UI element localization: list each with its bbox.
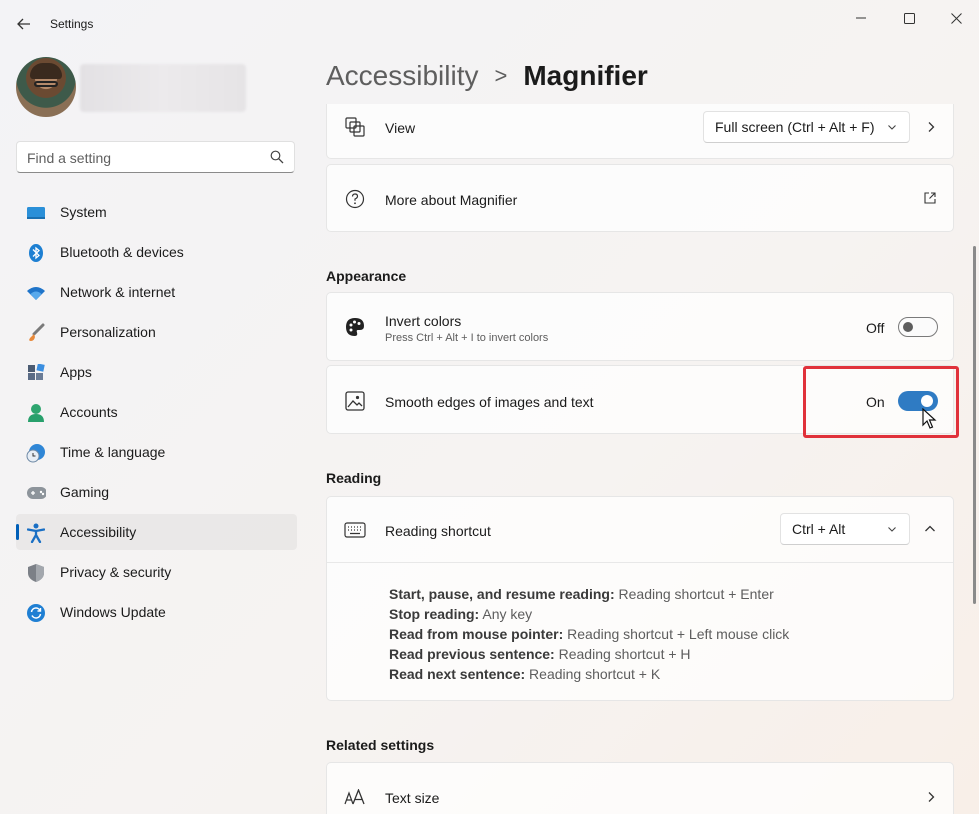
view-dropdown-value: Full screen (Ctrl + Alt + F) xyxy=(715,119,875,135)
sidebar-item-label: Windows Update xyxy=(60,604,166,620)
sidebar-item-accessibility[interactable]: Accessibility xyxy=(16,514,297,550)
maximize-icon xyxy=(903,12,915,24)
sidebar-item-label: Gaming xyxy=(60,484,110,500)
smooth-edges-label: Smooth edges of images and text xyxy=(385,394,594,410)
reading-shortcut-label: Reading shortcut xyxy=(385,523,491,539)
sidebar-item-label: Accounts xyxy=(60,404,118,420)
keyboard-icon xyxy=(344,519,366,541)
app-title: Settings xyxy=(50,17,94,31)
external-link-icon xyxy=(924,192,936,204)
chevron-right-icon xyxy=(928,792,935,802)
wifi-icon xyxy=(26,283,46,303)
avatar-glasses xyxy=(34,81,58,87)
reading-section-title: Reading xyxy=(326,470,382,486)
sidebar-item-network[interactable]: Network & internet xyxy=(16,274,297,310)
apps-icon xyxy=(26,363,46,383)
search-icon[interactable] xyxy=(270,150,284,164)
sidebar-item-label: System xyxy=(60,204,107,220)
sidebar-nav: System Bluetooth & devices Network & int… xyxy=(16,194,297,634)
image-icon xyxy=(344,390,366,412)
system-icon xyxy=(26,203,46,223)
breadcrumb-parent-link[interactable]: Accessibility xyxy=(326,60,478,92)
avatar[interactable] xyxy=(16,57,76,117)
sidebar-item-label: Time & language xyxy=(60,444,166,460)
search-input[interactable] xyxy=(27,148,257,168)
view-label: View xyxy=(385,120,416,136)
chevron-down-icon xyxy=(888,527,896,532)
sidebar-item-label: Accessibility xyxy=(60,524,137,540)
search-box[interactable] xyxy=(16,141,295,173)
chevron-right-icon[interactable] xyxy=(925,121,937,133)
scrollbar[interactable] xyxy=(973,246,976,604)
view-dropdown[interactable]: Full screen (Ctrl + Alt + F) xyxy=(703,111,910,143)
invert-colors-state: Off xyxy=(866,320,885,336)
breadcrumb: Accessibility > Magnifier xyxy=(326,56,648,96)
minimize-icon xyxy=(856,17,866,19)
text-size-icon xyxy=(344,786,366,808)
shield-icon xyxy=(26,563,46,583)
shortcut-line: Read from mouse pointer: Reading shortcu… xyxy=(389,626,790,642)
accessibility-icon xyxy=(26,523,46,543)
sidebar-item-label: Personalization xyxy=(60,324,156,340)
minimize-button[interactable] xyxy=(838,4,884,32)
sidebar-item-time-language[interactable]: Time & language xyxy=(16,434,297,470)
view-icon xyxy=(344,116,366,138)
sidebar-item-apps[interactable]: Apps xyxy=(16,354,297,390)
view-setting-row: View Full screen (Ctrl + Alt + F) xyxy=(326,104,954,159)
invert-colors-row: Invert colors Press Ctrl + Alt + I to in… xyxy=(326,292,954,361)
sidebar-item-system[interactable]: System xyxy=(16,194,297,230)
sidebar-item-accounts[interactable]: Accounts xyxy=(16,394,297,430)
back-button[interactable] xyxy=(10,12,38,36)
reading-shortcut-value: Ctrl + Alt xyxy=(792,521,846,537)
chevron-up-icon[interactable] xyxy=(924,523,936,535)
more-about-label: More about Magnifier xyxy=(385,192,518,208)
reading-shortcut-dropdown[interactable]: Ctrl + Alt xyxy=(780,513,910,545)
text-size-row[interactable]: Text size xyxy=(326,762,954,814)
avatar-hair xyxy=(30,63,62,79)
sidebar-item-label: Bluetooth & devices xyxy=(60,244,184,260)
divider xyxy=(327,562,953,563)
help-icon xyxy=(344,188,366,210)
shortcut-line: Read previous sentence: Reading shortcut… xyxy=(389,646,691,662)
gamepad-icon xyxy=(26,483,46,503)
sidebar-item-label: Privacy & security xyxy=(60,564,172,580)
related-settings-title: Related settings xyxy=(326,737,435,753)
text-size-label: Text size xyxy=(385,790,440,806)
update-icon xyxy=(26,603,46,623)
shortcut-line: Start, pause, and resume reading: Readin… xyxy=(389,586,774,602)
appearance-section-title: Appearance xyxy=(326,268,407,284)
sidebar-item-windows-update[interactable]: Windows Update xyxy=(16,594,297,630)
shortcut-line: Stop reading: Any key xyxy=(389,606,533,622)
sidebar-item-personalization[interactable]: Personalization xyxy=(16,314,297,350)
close-icon xyxy=(950,12,962,24)
close-button[interactable] xyxy=(933,4,979,32)
sidebar-item-label: Apps xyxy=(60,364,92,380)
sidebar-item-bluetooth[interactable]: Bluetooth & devices xyxy=(16,234,297,270)
time-language-icon xyxy=(26,443,46,463)
palette-icon xyxy=(344,316,366,338)
reading-shortcut-details: Start, pause, and resume reading: Readin… xyxy=(389,584,789,684)
more-about-magnifier-row[interactable]: More about Magnifier xyxy=(326,164,954,232)
title-bar: Settings xyxy=(0,0,979,48)
invert-colors-toggle[interactable] xyxy=(898,317,938,337)
invert-colors-label: Invert colors xyxy=(385,313,462,329)
maximize-button[interactable] xyxy=(886,4,932,32)
brush-icon xyxy=(26,323,46,343)
sidebar-item-privacy-security[interactable]: Privacy & security xyxy=(16,554,297,590)
back-arrow-icon xyxy=(17,18,30,30)
accounts-icon xyxy=(26,403,46,423)
shortcut-line: Read next sentence: Reading shortcut + K xyxy=(389,666,661,682)
bluetooth-icon xyxy=(26,243,46,263)
sidebar-item-gaming[interactable]: Gaming xyxy=(16,474,297,510)
chevron-down-icon xyxy=(888,125,896,130)
blurred-account-name xyxy=(80,64,246,112)
sidebar-item-label: Network & internet xyxy=(60,284,176,300)
breadcrumb-separator: > xyxy=(494,63,508,88)
page-title: Magnifier xyxy=(523,60,648,91)
toggle-knob xyxy=(903,322,913,332)
invert-colors-description: Press Ctrl + Alt + I to invert colors xyxy=(385,332,549,344)
mouse-cursor-icon xyxy=(922,408,937,429)
